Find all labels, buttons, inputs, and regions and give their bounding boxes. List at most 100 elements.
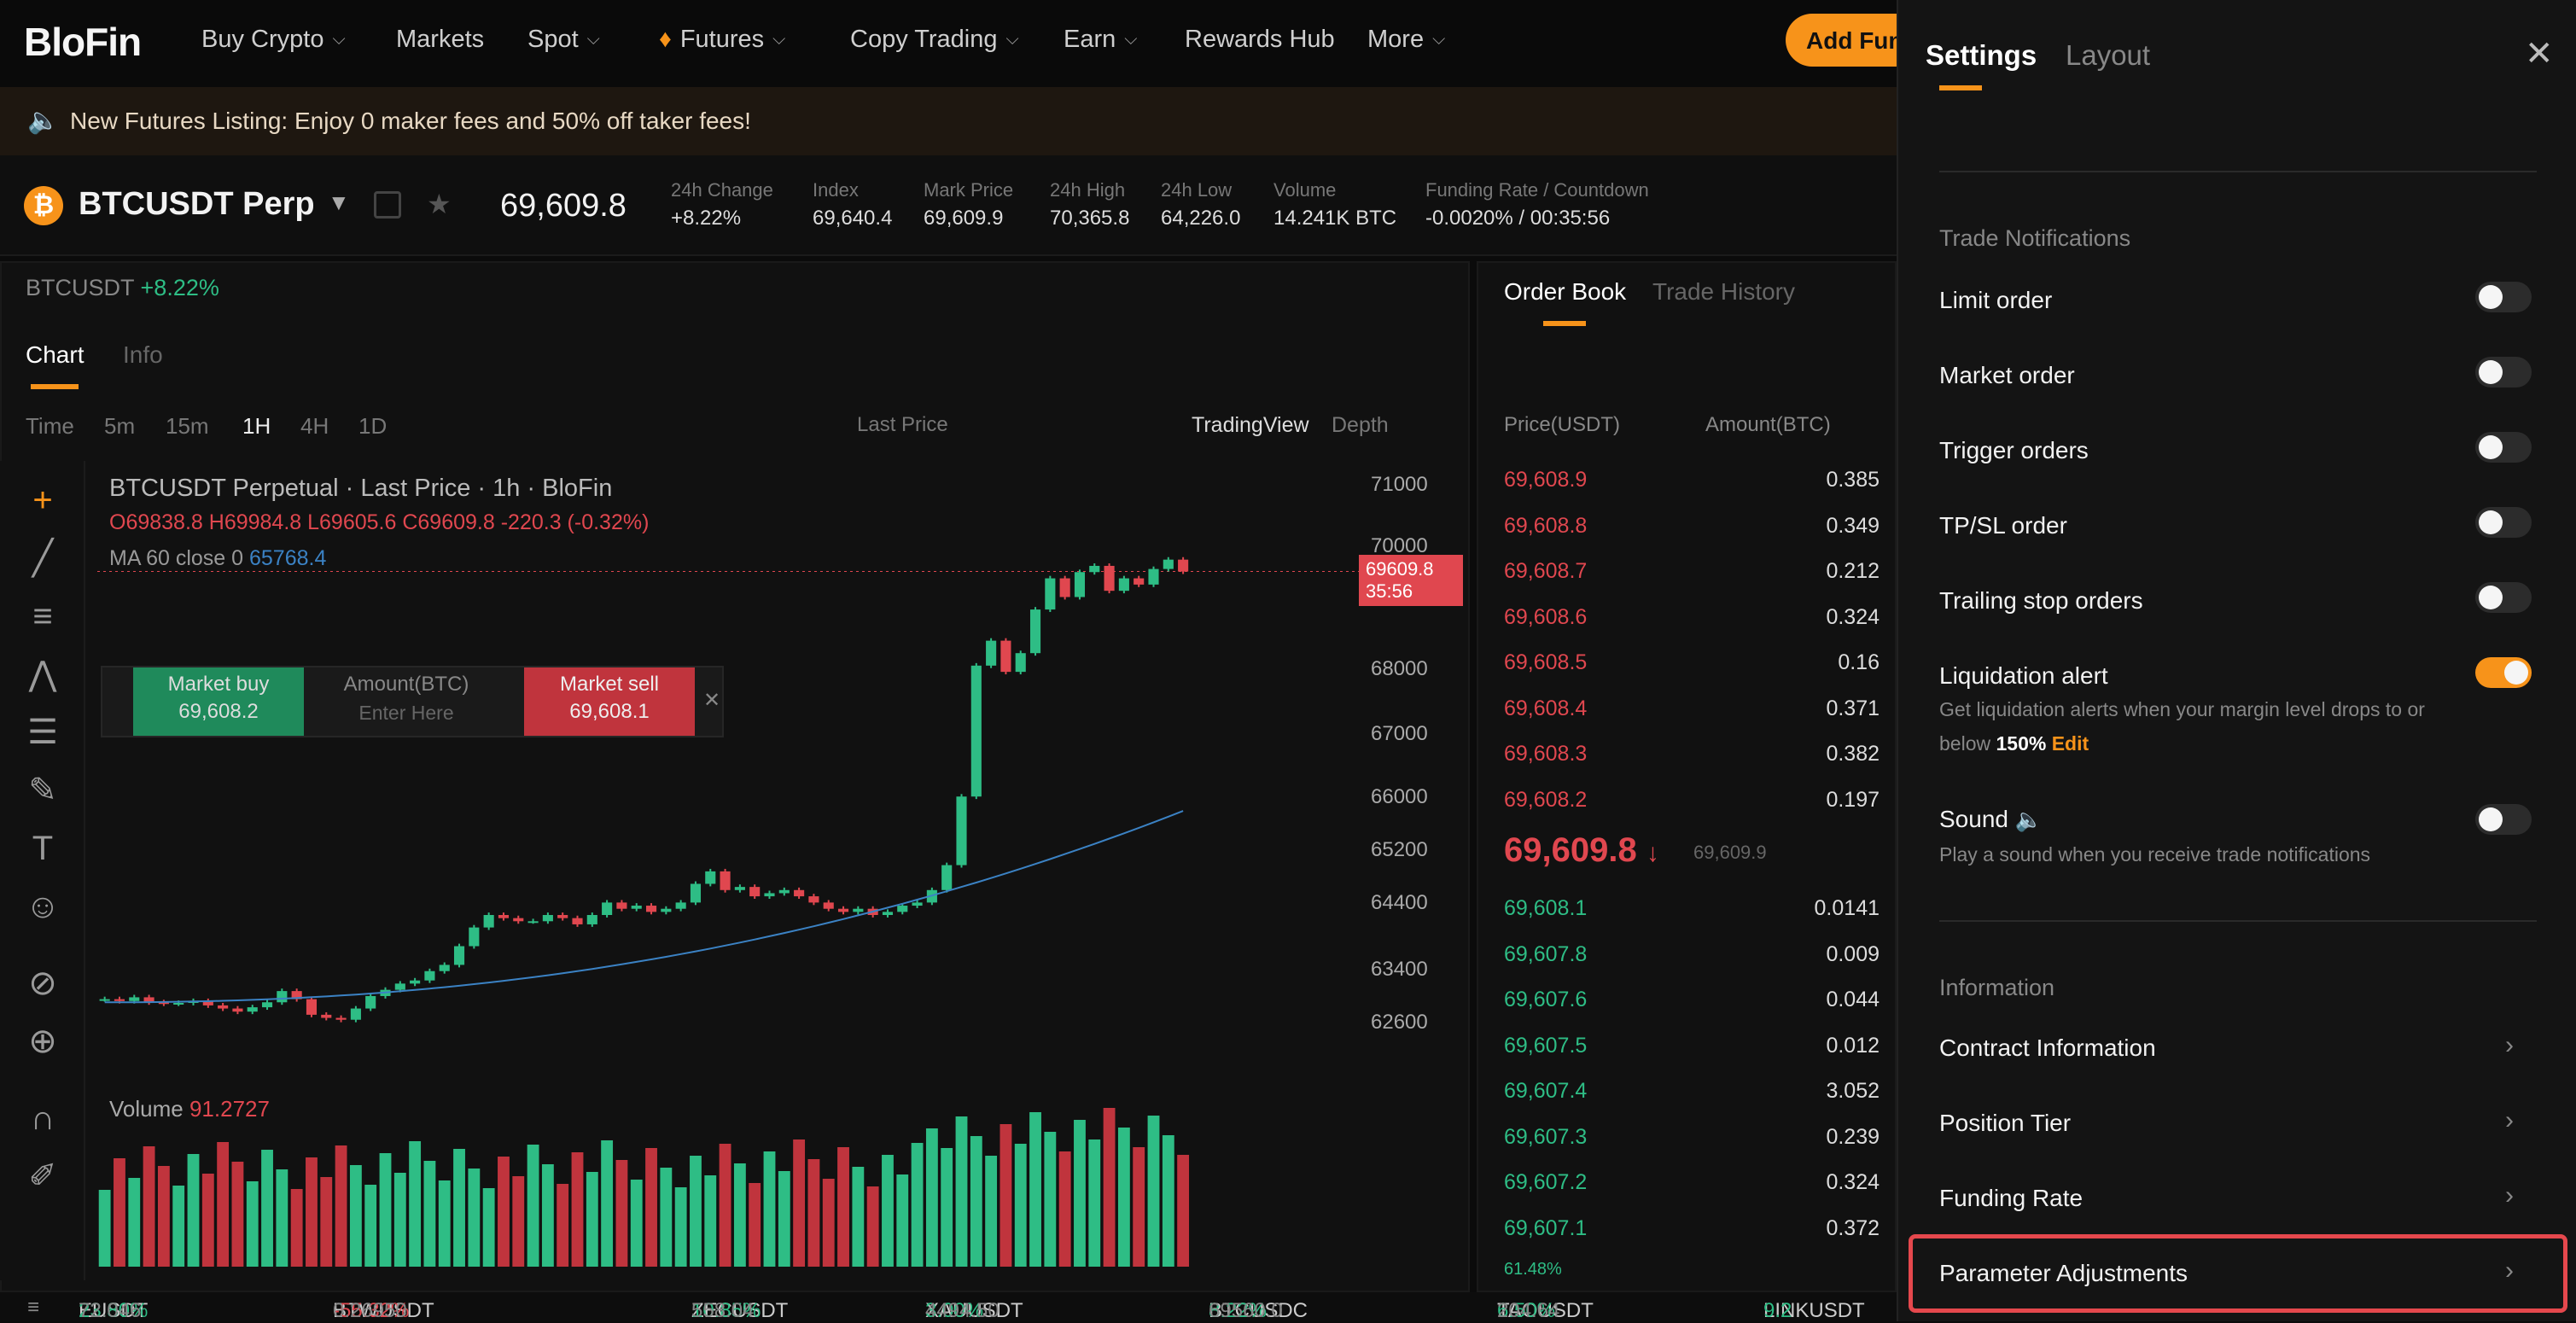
candle: [1178, 559, 1189, 572]
menu-icon[interactable]: ≡: [27, 1296, 39, 1320]
stat-value: 69,609.9: [924, 207, 1004, 230]
amount-field[interactable]: Amount(BTC) Enter Here: [312, 673, 500, 725]
text-icon[interactable]: T: [20, 826, 65, 871]
tab-chart[interactable]: Chart: [26, 341, 84, 369]
ruler-icon[interactable]: ⊘: [20, 961, 65, 1005]
pattern-icon[interactable]: ⋀: [20, 652, 65, 696]
candle: [1059, 578, 1070, 597]
brush-icon[interactable]: ✎: [20, 768, 65, 813]
volume-bar: [1029, 1112, 1041, 1267]
timeframe-15m[interactable]: 15m: [166, 413, 209, 440]
orderbook-row[interactable]: 69,607.4 3.052: [1504, 1069, 1880, 1111]
orderbook-row[interactable]: 69,607.5 0.012: [1504, 1023, 1880, 1066]
tab-underline: [1939, 85, 1982, 90]
timeframe-4h[interactable]: 4H: [300, 413, 329, 440]
star-icon[interactable]: ★: [427, 188, 452, 220]
volume-bar: [1014, 1144, 1027, 1267]
row-price: 69,608.8: [1504, 513, 1588, 538]
nav-buy-crypto[interactable]: Buy Crypto ⌵: [201, 26, 346, 54]
volume-bar: [276, 1169, 288, 1267]
amount-placeholder: Enter Here: [358, 702, 454, 724]
nav-spot[interactable]: Spot ⌵: [527, 26, 600, 54]
nav-markets[interactable]: Markets: [396, 26, 484, 54]
fire-icon: ♦: [659, 26, 672, 53]
toggle-knob: [2479, 510, 2503, 534]
candle: [720, 871, 731, 890]
lock-pencil-icon[interactable]: ✐: [20, 1154, 65, 1198]
nav-label: Rewards Hub: [1185, 26, 1335, 53]
orderbook-row[interactable]: 69,607.1 0.372: [1504, 1206, 1880, 1249]
market-sell-button[interactable]: Market sell 69,608.1: [524, 667, 695, 736]
orderbook-row[interactable]: 69,608.4 0.371: [1504, 686, 1880, 729]
market-buy-button[interactable]: Market buy 69,608.2: [133, 667, 304, 736]
zoom-icon[interactable]: ⊕: [20, 1019, 65, 1064]
volume-bar: [660, 1168, 673, 1267]
nav-earn[interactable]: Earn ⌵: [1064, 26, 1137, 54]
announcement-banner[interactable]: 🔈 New Futures Listing: Enjoy 0 maker fee…: [0, 87, 1897, 155]
trigger-orders-toggle[interactable]: [2475, 432, 2532, 463]
row-amount: 0.012: [1826, 1033, 1880, 1058]
emoji-icon[interactable]: ☺: [20, 884, 65, 929]
timeframe-time[interactable]: Time: [26, 413, 74, 440]
logo[interactable]: BloFin: [24, 19, 142, 65]
row-amount: 0.044: [1826, 988, 1880, 1011]
orderbook-row[interactable]: 69,608.5 0.16: [1504, 640, 1880, 683]
liquidation-alert-toggle[interactable]: [2475, 657, 2532, 688]
caret-down-icon[interactable]: ▼: [328, 189, 350, 216]
fib-icon[interactable]: ☰: [20, 710, 65, 755]
candle: [261, 1002, 273, 1008]
trendline-icon[interactable]: ╱: [20, 536, 65, 580]
orderbook-row[interactable]: 69,608.6 0.324: [1504, 595, 1880, 638]
orderbook-row[interactable]: 69,608.8 0.349: [1504, 504, 1880, 546]
orderbook-row[interactable]: 69,608.7 0.212: [1504, 549, 1880, 592]
view-tradingview[interactable]: TradingView: [1192, 413, 1309, 438]
banner-text: New Futures Listing: Enjoy 0 maker fees …: [70, 108, 751, 134]
market-order-toggle[interactable]: [2475, 357, 2532, 388]
trailing-stop-toggle[interactable]: [2475, 582, 2532, 613]
contract-information-item[interactable]: Contract Information: [1939, 1035, 2156, 1062]
timeframe-1h[interactable]: 1H: [242, 413, 271, 440]
tab-trade-history[interactable]: Trade History: [1652, 278, 1795, 306]
chevron-down-icon: ⌵: [332, 30, 346, 49]
layout-icon[interactable]: [374, 191, 401, 219]
close-icon[interactable]: ✕: [703, 688, 720, 713]
orderbook-row[interactable]: 69,607.8 0.009: [1504, 932, 1880, 975]
orderbook-row[interactable]: 69,608.2 0.197: [1504, 778, 1880, 820]
crosshair-icon[interactable]: +: [20, 478, 65, 522]
orderbook-row[interactable]: 69,607.3 0.239: [1504, 1115, 1880, 1157]
candle: [956, 796, 967, 865]
candle: [424, 970, 435, 981]
view-depth[interactable]: Depth: [1332, 413, 1389, 438]
orderbook-row[interactable]: 69,607.2 0.324: [1504, 1160, 1880, 1203]
liq-edit-link[interactable]: Edit: [2052, 732, 2089, 755]
funding-rate-item[interactable]: Funding Rate: [1939, 1185, 2083, 1212]
sound-toggle[interactable]: [2475, 804, 2532, 835]
stat-label: 24h High: [1050, 179, 1126, 201]
price-chart[interactable]: [89, 461, 1361, 1084]
y-tick: 62600: [1371, 1011, 1428, 1034]
limit-order-toggle[interactable]: [2475, 282, 2532, 312]
orderbook-row[interactable]: 69,608.1 0.0141: [1504, 886, 1880, 929]
volume-bar: [1177, 1155, 1190, 1267]
tpsl-order-toggle[interactable]: [2475, 507, 2532, 538]
nav-futures[interactable]: ♦ Futures ⌵: [659, 26, 785, 54]
nav-more[interactable]: More ⌵: [1367, 26, 1445, 54]
channel-icon[interactable]: ≡: [20, 594, 65, 638]
timeframe-1d[interactable]: 1D: [358, 413, 387, 440]
tab-layout[interactable]: Layout: [2066, 39, 2150, 72]
position-tier-item[interactable]: Position Tier: [1939, 1110, 2071, 1137]
close-icon[interactable]: ✕: [2525, 34, 2554, 73]
tab-info[interactable]: Info: [123, 341, 163, 369]
symbol-selector[interactable]: BTCUSDT Perp: [79, 186, 315, 223]
orderbook-row[interactable]: 69,608.9 0.385: [1504, 458, 1880, 500]
timeframe-5m[interactable]: 5m: [104, 413, 135, 440]
parameter-adjustments-item[interactable]: Parameter Adjustments: [1939, 1260, 2188, 1287]
magnet-icon[interactable]: ∩: [20, 1096, 65, 1140]
orderbook-row[interactable]: 69,608.3 0.382: [1504, 731, 1880, 774]
nav-rewards-hub[interactable]: Rewards Hub: [1185, 26, 1335, 54]
last-price-dropdown[interactable]: Last Price: [857, 413, 948, 437]
tab-settings[interactable]: Settings: [1926, 39, 2037, 72]
nav-copy-trading[interactable]: Copy Trading ⌵: [850, 26, 1019, 54]
orderbook-row[interactable]: 69,607.6 0.044: [1504, 977, 1880, 1020]
tab-order-book[interactable]: Order Book: [1504, 278, 1626, 306]
